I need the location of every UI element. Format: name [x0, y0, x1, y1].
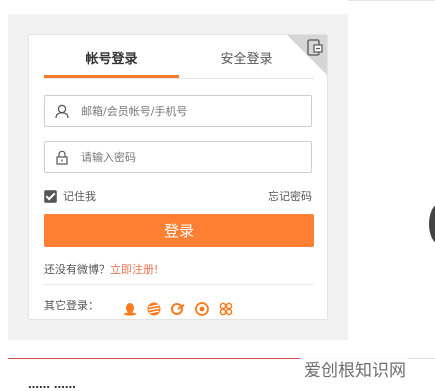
login-card: 帐号登录 安全登录 记住我 忘记密码 登录 还没有微博？立即注册! 其它登录： [28, 34, 328, 320]
register-prompt: 还没有微博？立即注册! [44, 261, 158, 277]
other-login-label: 其它登录： [44, 299, 99, 312]
forgot-password-link[interactable]: 忘记密码 [268, 188, 312, 204]
tab-divider [44, 78, 314, 79]
360-icon[interactable] [195, 301, 210, 316]
username-field [44, 95, 312, 127]
password-field [44, 141, 312, 173]
remember-checkbox[interactable] [44, 189, 57, 203]
remember-label: 记住我 [63, 190, 96, 203]
user-icon [55, 104, 69, 119]
section-divider [8, 358, 300, 359]
login-button[interactable]: 登录 [44, 214, 314, 247]
qq-icon[interactable] [123, 301, 137, 316]
lock-icon [56, 150, 68, 165]
username-input[interactable] [81, 96, 301, 126]
register-prompt-text: 还没有微博？ [44, 263, 110, 276]
top-divider [348, 0, 435, 1]
taobao-icon[interactable] [171, 301, 185, 315]
register-link[interactable]: 立即注册! [110, 263, 158, 276]
other-login-divider [44, 284, 314, 285]
login-tabs: 帐号登录 安全登录 [44, 45, 314, 79]
sina-icon[interactable] [147, 301, 161, 315]
watermark: 爱创根知识网 [302, 356, 408, 381]
side-scroll-handle[interactable] [429, 204, 435, 244]
tab-account-login[interactable]: 帐号登录 [44, 45, 179, 77]
tab-secure-login[interactable]: 安全登录 [179, 45, 314, 77]
remember-me: 记住我 [44, 188, 96, 204]
password-input[interactable] [81, 142, 301, 172]
alipay-icon[interactable] [219, 301, 233, 315]
social-login-icons [123, 297, 238, 316]
